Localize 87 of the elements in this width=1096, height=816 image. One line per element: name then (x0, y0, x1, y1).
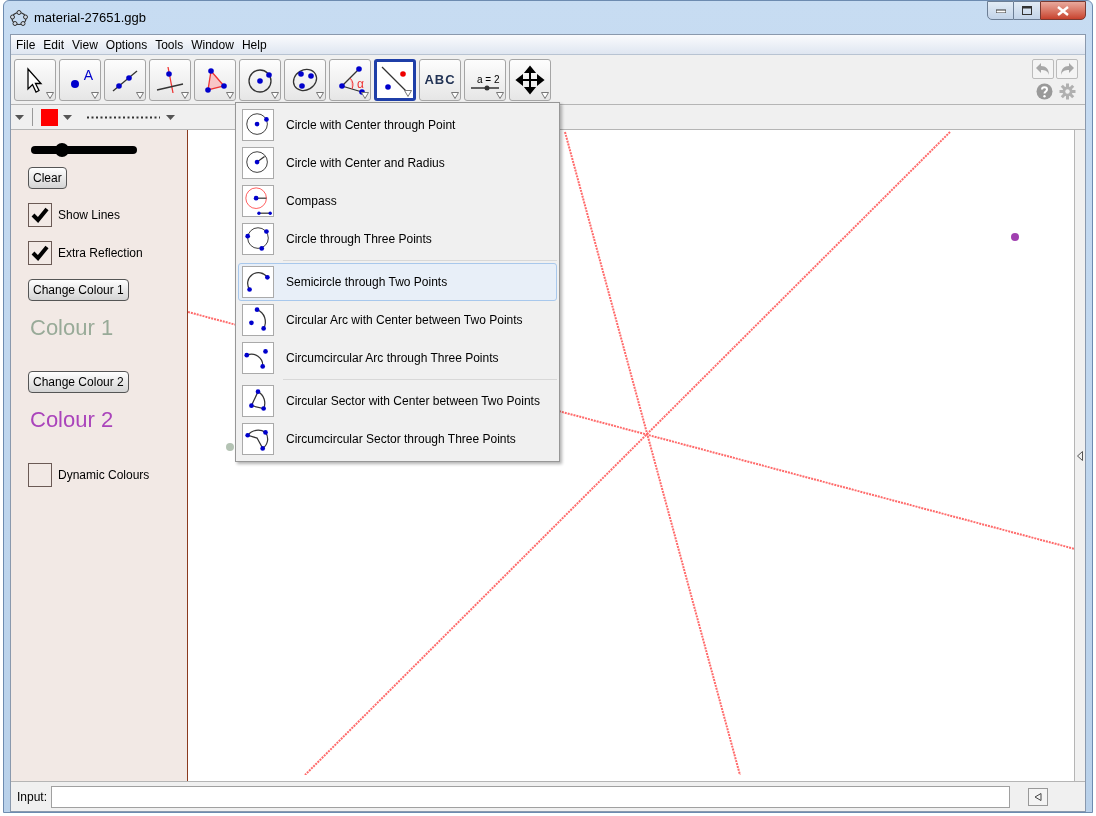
tool-icon (242, 223, 274, 255)
dropdown-arrow-icon (46, 91, 54, 99)
menu-option[interactable]: Circle through Three Points (238, 220, 557, 258)
menu-item[interactable]: View (72, 35, 98, 54)
maximize-icon (1022, 6, 1032, 15)
tool-icon (242, 423, 274, 455)
menu-option[interactable]: Compass (238, 182, 557, 220)
menu-item[interactable]: Edit (43, 35, 65, 54)
maximize-button[interactable] (1014, 1, 1040, 20)
dotted-line-icon (86, 115, 160, 119)
panel-button[interactable]: Change Colour 1 (28, 279, 129, 301)
checkbox[interactable] (28, 463, 52, 487)
help-icon[interactable] (1036, 83, 1053, 100)
tool-button[interactable] (284, 58, 326, 101)
menu-item[interactable]: File (16, 35, 36, 54)
tool-icon (242, 147, 274, 179)
menu-item[interactable]: Window (191, 35, 234, 54)
tool-icon (70, 78, 80, 89)
tool-button[interactable] (149, 58, 191, 101)
caret-icon (166, 114, 175, 120)
collapse-arrow-icon[interactable] (1077, 450, 1083, 461)
redo-icon (1059, 62, 1075, 76)
tool-icon (242, 385, 274, 417)
colour-caption: Colour 1 (30, 315, 114, 341)
colour-caption: Colour 2 (30, 407, 114, 433)
dropdown-arrow-icon (451, 91, 459, 99)
dropdown-arrow-icon (181, 91, 189, 99)
input-label: Input: (17, 788, 48, 806)
menu-option[interactable]: Circumcircular Sector through Three Points (238, 420, 557, 458)
menu-option[interactable]: Circular Arc with Center between Two Points (238, 301, 557, 339)
tool-icon (242, 304, 274, 336)
tool-icon (470, 83, 500, 92)
dropdown-arrow-icon (91, 91, 99, 99)
input-help-button[interactable] (1028, 787, 1049, 806)
menu-option[interactable]: Circular Sector with Center between Two Points (238, 382, 557, 420)
slider[interactable] (31, 146, 137, 154)
menu-option[interactable]: Circle with Center through Point (238, 106, 557, 144)
close-icon (1057, 5, 1069, 16)
menu-item[interactable]: Options (105, 35, 148, 54)
menu-item[interactable]: Help (241, 35, 267, 54)
dropdown-arrow-icon (136, 91, 144, 99)
tool-button[interactable] (509, 58, 551, 101)
app-icon (10, 8, 28, 27)
minimize-icon (995, 8, 1006, 13)
checkbox[interactable] (28, 203, 52, 227)
dropdown-arrow-icon (316, 91, 324, 99)
checkbox[interactable] (28, 241, 52, 265)
menu-option[interactable]: Circumcircular Arc through Three Points (238, 339, 557, 377)
tool-icon (514, 63, 546, 96)
checkbox-label: Extra Reflection (58, 245, 143, 262)
undo-icon (1035, 62, 1051, 76)
line-style-picker[interactable] (86, 114, 175, 120)
tool-icon (242, 266, 274, 298)
tool-button[interactable]: α (329, 58, 371, 101)
caret-icon[interactable] (15, 114, 24, 120)
color-picker[interactable] (41, 108, 72, 126)
window-title: material-27651.ggb (34, 8, 147, 27)
tool-icon (242, 109, 274, 141)
close-button[interactable] (1040, 1, 1086, 20)
checkbox-label: Show Lines (58, 207, 121, 224)
menu-option[interactable]: Circle with Center and Radius (238, 144, 557, 182)
dropdown-arrow-icon (226, 91, 234, 99)
tool-button[interactable]: ABC (419, 58, 461, 101)
panel-button[interactable]: Change Colour 2 (28, 371, 129, 393)
checkbox-label: Dynamic Colours (58, 467, 150, 484)
point (1011, 233, 1019, 241)
tool-button[interactable] (194, 58, 236, 101)
tool-button[interactable] (239, 58, 281, 101)
dropdown-arrow-icon (541, 91, 549, 99)
tool-button[interactable]: a = 2 (464, 58, 506, 101)
tool-button[interactable]: A (59, 58, 101, 101)
menu-option[interactable]: Semicircle through Two Points (238, 263, 557, 301)
input-field[interactable] (51, 785, 1011, 808)
tool-button[interactable] (374, 58, 416, 101)
panel-button[interactable]: Clear (28, 167, 67, 189)
dropdown-arrow-icon (361, 91, 369, 99)
dropdown-arrow-icon (404, 89, 412, 97)
point (226, 443, 234, 451)
dropdown-arrow-icon (496, 91, 504, 99)
tool-button[interactable] (104, 58, 146, 101)
menu-item[interactable]: Tools (155, 35, 184, 54)
arrow-icon (1034, 792, 1043, 801)
tool-icon (242, 185, 274, 217)
dropdown-arrow-icon (271, 91, 279, 99)
tool-icon (242, 342, 274, 374)
caret-icon (63, 114, 72, 120)
tool-button[interactable] (14, 58, 56, 101)
